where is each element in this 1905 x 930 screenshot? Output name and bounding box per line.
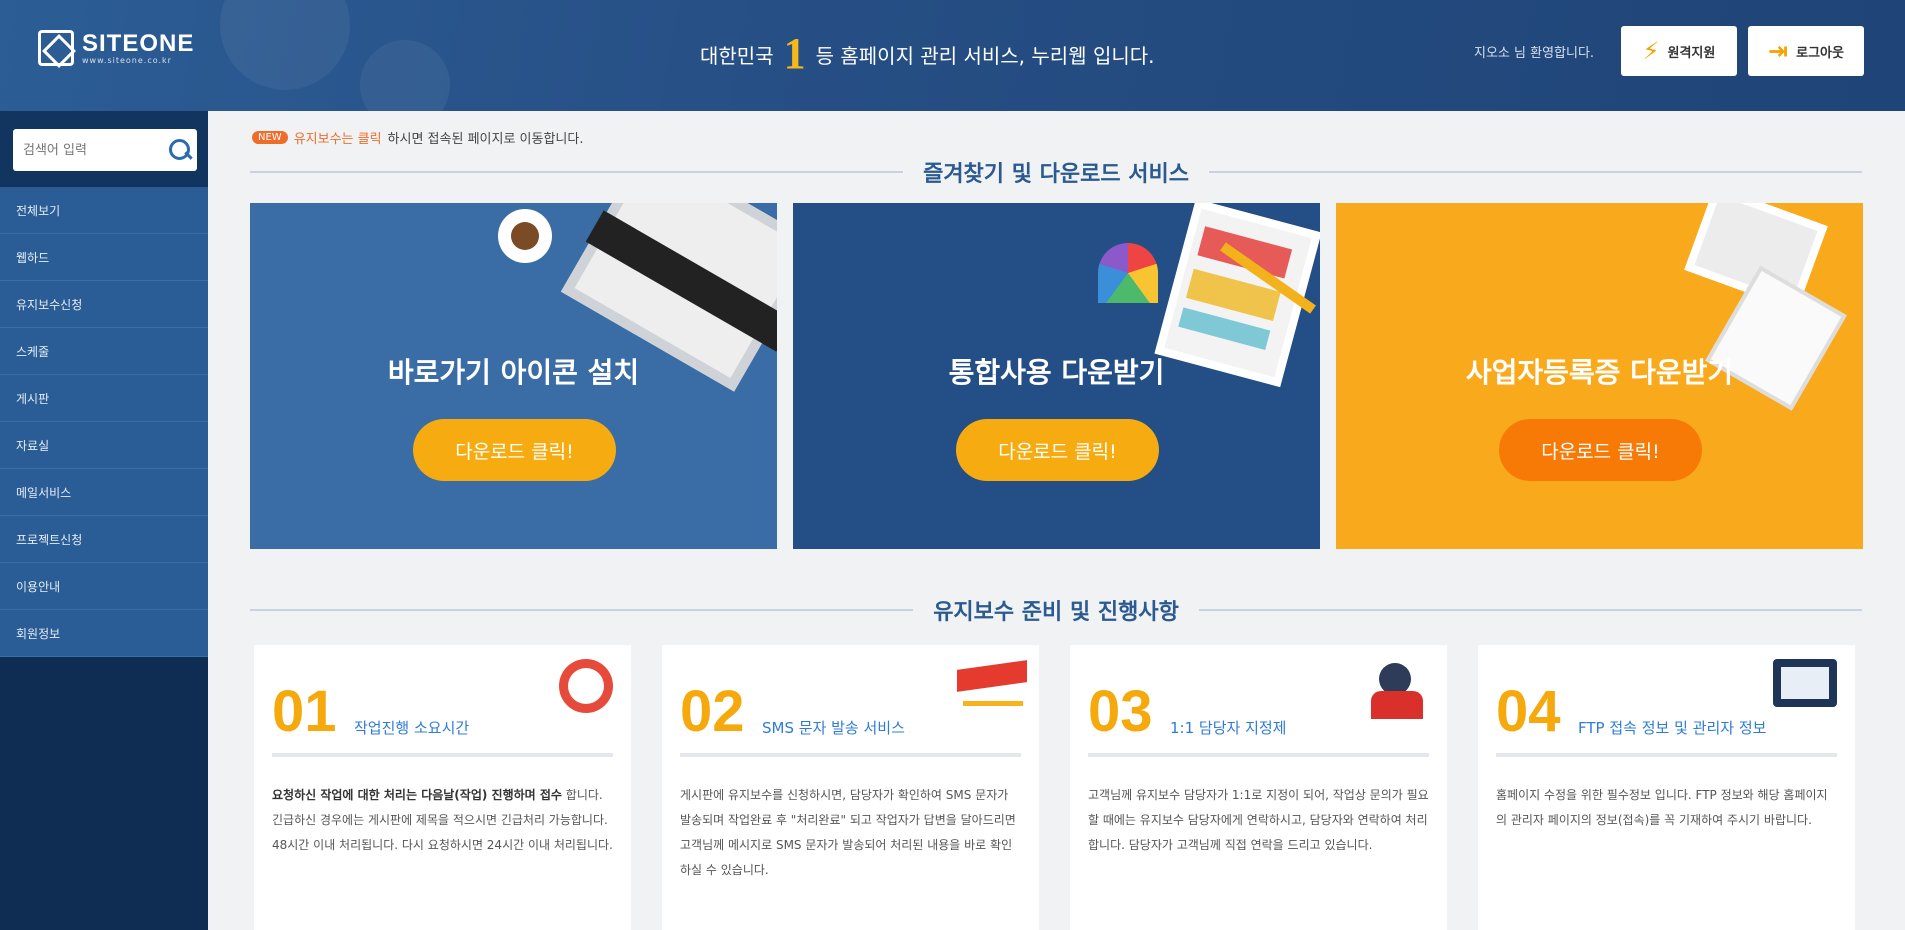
section-title-downloads: 즐겨찾기 및 다운로드 서비스 <box>250 157 1863 187</box>
download-button[interactable]: 다운로드 클릭! <box>1499 419 1702 481</box>
slogan-suffix: 등 홈페이지 관리 서비스, 누리웹 입니다. <box>815 43 1155 68</box>
info-card-manager: 03 1:1 담당자 지정제 고객님께 유지보수 담당자가 1:1로 지정이 되… <box>1070 645 1447 930</box>
notice-link[interactable]: 유지보수는 클릭 <box>294 128 382 147</box>
sidebar-item-webhard[interactable]: 웹하드 <box>0 234 208 281</box>
download-button[interactable]: 다운로드 클릭! <box>413 419 616 481</box>
sidebar-item-mail[interactable]: 메일서비스 <box>0 469 208 516</box>
card-title: 작업진행 소요시간 <box>354 719 470 737</box>
banner-business-registration: 사업자등록증 다운받기 다운로드 클릭! <box>1336 203 1863 549</box>
remote-support-button[interactable]: ⚡ 원격지원 <box>1621 26 1737 76</box>
sidebar-item-project[interactable]: 프로젝트신청 <box>0 516 208 563</box>
card-number: 01 <box>272 679 337 744</box>
divider <box>1198 609 1862 611</box>
search-input[interactable] <box>23 142 163 158</box>
card-body: 고객님께 유지보수 담당자가 1:1로 지정이 되어, 작업상 문의가 필요할 … <box>1088 788 1429 852</box>
card-divider <box>1496 753 1837 757</box>
sidebar: 전체보기 웹하드 유지보수신청 스케줄 게시판 자료실 메일서비스 프로젝트신청… <box>0 111 208 930</box>
logo-icon <box>38 30 74 66</box>
sidebar-search-area <box>0 111 208 187</box>
welcome-text: 지오소 님 환영합니다. <box>1474 46 1595 61</box>
section-title-maintenance: 유지보수 준비 및 진행사항 <box>250 595 1862 625</box>
slogan-prefix: 대한민국 <box>700 43 774 68</box>
sidebar-menu: 전체보기 웹하드 유지보수신청 스케줄 게시판 자료실 메일서비스 프로젝트신청… <box>0 187 208 657</box>
coffee-cup-illustration <box>498 209 552 263</box>
card-number: 04 <box>1496 679 1561 744</box>
logout-icon: ⇥ <box>1768 37 1789 65</box>
sidebar-item-member[interactable]: 회원정보 <box>0 610 208 657</box>
logo-title: SITEONE <box>82 29 195 57</box>
envelope-icon <box>957 659 1023 719</box>
color-fan-illustration <box>1098 243 1158 303</box>
card-divider <box>1088 753 1429 757</box>
slogan-number: 1 <box>783 29 806 78</box>
header-slogan: 대한민국 1 등 홈페이지 관리 서비스, 누리웹 입니다. <box>700 32 1155 76</box>
card-number: 02 <box>680 679 745 744</box>
search-box <box>13 129 197 171</box>
remote-support-label: 원격지원 <box>1667 45 1716 61</box>
alarm-clock-icon <box>559 659 613 713</box>
sidebar-item-archive[interactable]: 자료실 <box>0 422 208 469</box>
card-body: 요청하신 작업에 대한 처리는 다음날(작업) 진행하며 접수 합니다. 긴급하… <box>272 783 613 858</box>
sidebar-item-board[interactable]: 게시판 <box>0 375 208 422</box>
info-card-processing-time: 01 작업진행 소요시간 요청하신 작업에 대한 처리는 다음날(작업) 진행하… <box>254 645 631 930</box>
card-body: 홈페이지 수정을 위한 필수정보 입니다. FTP 정보와 해당 홈페이지의 관… <box>1496 788 1828 827</box>
sidebar-item-maintenance[interactable]: 유지보수신청 <box>0 281 208 328</box>
notice-text: 하시면 접속된 페이지로 이동합니다. <box>387 132 584 147</box>
section-title-text: 즐겨찾기 및 다운로드 서비스 <box>923 162 1189 187</box>
header-decoration <box>220 0 350 90</box>
search-icon[interactable] <box>167 137 193 163</box>
banner-integrated-download: 통합사용 다운받기 다운로드 클릭! <box>793 203 1320 549</box>
top-header: SITEONE www.siteone.co.kr 대한민국 1 등 홈페이지 … <box>0 0 1905 111</box>
card-title: FTP 접속 정보 및 관리자 정보 <box>1578 719 1767 737</box>
site-logo[interactable]: SITEONE www.siteone.co.kr <box>38 30 194 66</box>
sidebar-item-all[interactable]: 전체보기 <box>0 187 208 234</box>
card-body-bold: 요청하신 작업에 대한 처리는 다음날(작업) 진행하며 접수 <box>272 788 562 802</box>
header-decoration <box>360 40 450 111</box>
download-button[interactable]: 다운로드 클릭! <box>956 419 1159 481</box>
person-icon <box>1365 659 1429 719</box>
banner-title: 통합사용 다운받기 <box>948 356 1165 389</box>
card-number: 03 <box>1088 679 1153 744</box>
monitor-icon <box>1773 659 1837 707</box>
logout-button[interactable]: ⇥ 로그아웃 <box>1748 26 1864 76</box>
info-card-ftp: 04 FTP 접속 정보 및 관리자 정보 홈페이지 수정을 위한 필수정보 입… <box>1478 645 1855 930</box>
info-card-sms: 02 SMS 문자 발송 서비스 게시판에 유지보수를 신청하시면, 담당자가 … <box>662 645 1039 930</box>
banner-title: 바로가기 아이콘 설치 <box>387 356 640 389</box>
notice-bar: NEW 유지보수는 클릭 하시면 접속된 페이지로 이동합니다. <box>252 128 583 147</box>
divider <box>250 171 904 173</box>
divider <box>1208 171 1863 173</box>
card-divider <box>272 753 613 757</box>
banner-title: 사업자등록증 다운받기 <box>1465 356 1734 389</box>
card-title: 1:1 담당자 지정제 <box>1170 719 1287 737</box>
divider <box>250 609 914 611</box>
remote-support-icon: ⚡ <box>1642 37 1660 65</box>
card-title: SMS 문자 발송 서비스 <box>762 719 905 737</box>
logout-label: 로그아웃 <box>1796 45 1844 61</box>
logo-subtitle: www.siteone.co.kr <box>82 55 172 65</box>
card-divider <box>680 753 1021 757</box>
card-body: 게시판에 유지보수를 신청하시면, 담당자가 확인하여 SMS 문자가 발송되며… <box>680 788 1016 877</box>
sidebar-item-guide[interactable]: 이용안내 <box>0 563 208 610</box>
sidebar-item-schedule[interactable]: 스케줄 <box>0 328 208 375</box>
section-title-text: 유지보수 준비 및 진행사항 <box>933 600 1179 625</box>
banner-shortcut-install: 바로가기 아이콘 설치 다운로드 클릭! <box>250 203 777 549</box>
notice-badge: NEW <box>252 131 288 144</box>
